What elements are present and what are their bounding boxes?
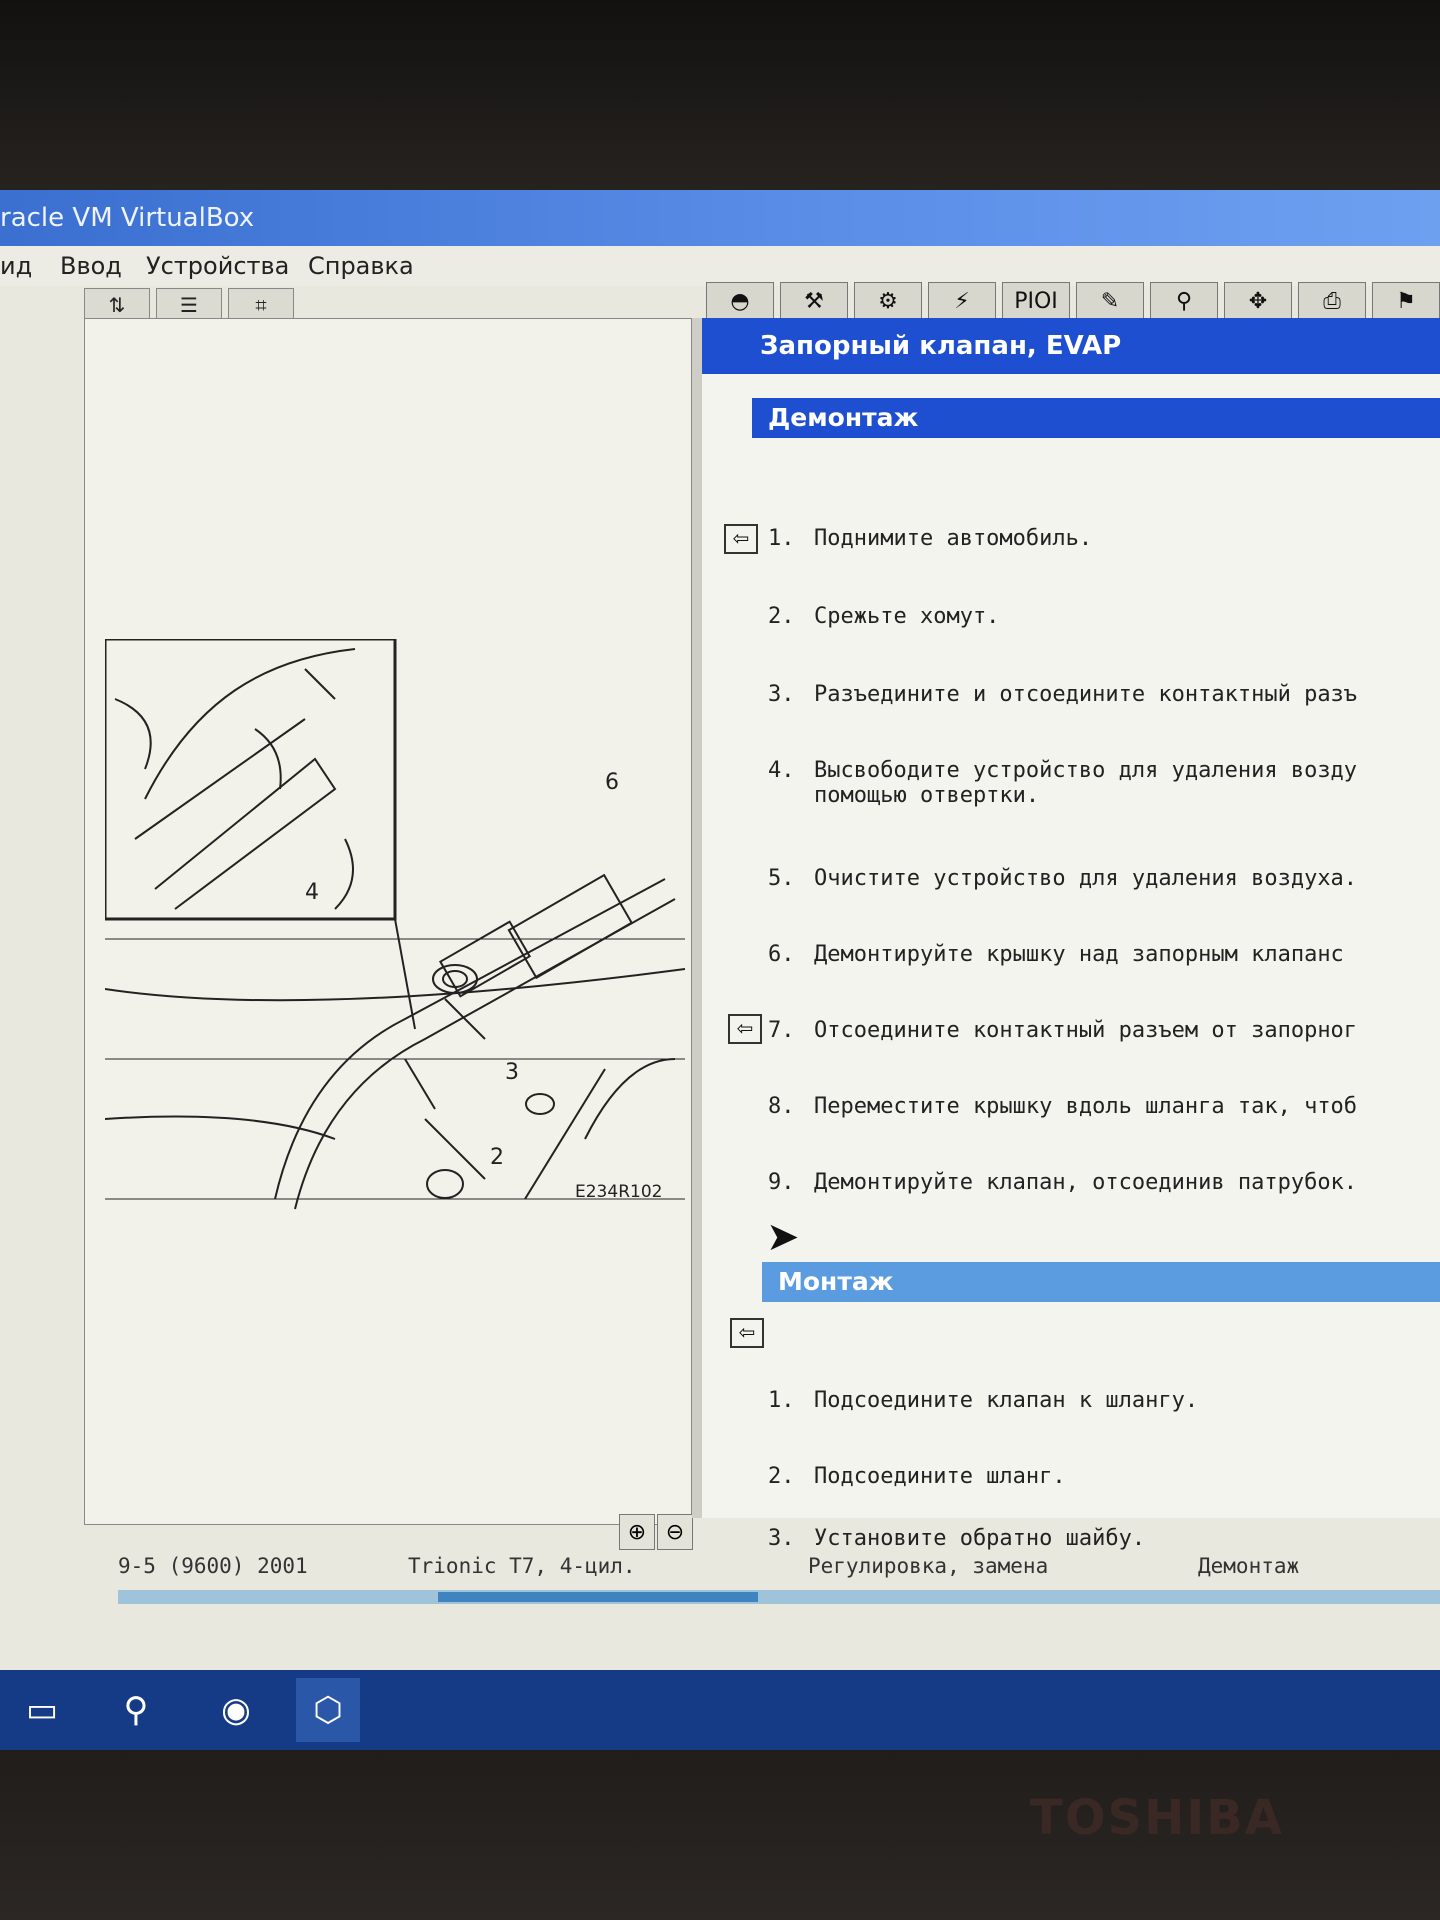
back-arrow-icon-3[interactable]: ⇦ xyxy=(730,1318,764,1348)
document-title: Запорный клапан, EVAP xyxy=(702,318,1440,374)
monitor-bezel-top xyxy=(0,0,1440,190)
task-view-button[interactable]: ▭ xyxy=(10,1678,74,1742)
screen: racle VM VirtualBox ид Ввод Устройства С… xyxy=(0,190,1440,1750)
image-icon: ⌗ xyxy=(255,293,267,317)
wrench-button[interactable]: ⚒ xyxy=(780,282,848,320)
engine-icon: ⚙ xyxy=(878,288,898,314)
electrical-button[interactable]: ⚡ xyxy=(928,282,996,320)
move-button[interactable]: ✥ xyxy=(1224,282,1292,320)
tree-icon: ⇅ xyxy=(108,293,126,317)
flag-icon: ⚑ xyxy=(1396,288,1416,314)
search-button[interactable]: ⚲ xyxy=(104,1678,168,1742)
right-pane-toolbar: ◓ ⚒ ⚙ ⚡ PIOI ✎ ⚲ ✥ ⎙ ⚑ xyxy=(706,282,1440,320)
task-view-icon: ▭ xyxy=(25,1690,59,1730)
status-model: 9-5 (9600) 2001 xyxy=(118,1554,308,1578)
status-bar: 9-5 (9600) 2001 Trionic T7, 4-цил. Регул… xyxy=(118,1548,1440,1588)
search-icon: ⚲ xyxy=(123,1690,149,1730)
illustration-pane: 6 4 3 2 E234R102 ⊕ ⊖ xyxy=(84,318,693,1550)
step-install-2: 2. Подсоедините шланг. xyxy=(768,1464,1066,1489)
list-icon: ☰ xyxy=(180,293,198,317)
step-removal-6: 6. Демонтируйте крышку над запорным клапа… xyxy=(768,942,1344,967)
zoom-out-button[interactable]: ⊖ xyxy=(657,1514,693,1550)
menu-item-help[interactable]: Справка xyxy=(308,252,414,280)
back-arrow-icon[interactable]: ⇦ xyxy=(724,524,758,554)
zoom-in-icon: ⊕ xyxy=(627,1519,647,1545)
status-engine: Trionic T7, 4-цил. xyxy=(408,1554,636,1578)
virtualbox-button[interactable]: ⬡ xyxy=(296,1678,360,1742)
step-install-1: 1. Подсоедините клапан к шлангу. xyxy=(768,1388,1199,1413)
list-view-button[interactable]: ☰ xyxy=(156,288,222,322)
menu-item-view[interactable]: ид xyxy=(0,252,32,280)
menu-item-devices[interactable]: Устройства xyxy=(146,252,289,280)
step-removal-4: 4. Высвободите устройство для удаления во… xyxy=(768,758,1358,808)
menu-bar: ид Ввод Устройства Справка xyxy=(0,246,1440,286)
virtualbox-icon: ⬡ xyxy=(313,1690,343,1730)
callout-4: 4 xyxy=(305,880,319,905)
chrome-button[interactable]: ◉ xyxy=(204,1678,268,1742)
step-removal-9: 9. Демонтируйте клапан, отсоединив патруб… xyxy=(768,1170,1358,1195)
step-removal-2: 2. Срежьте хомут. xyxy=(768,604,1000,629)
battery-icon: ⚡ xyxy=(954,288,970,314)
probe-icon: ⚲ xyxy=(1175,288,1193,314)
car-button[interactable]: ◓ xyxy=(706,282,774,320)
menu-item-input[interactable]: Ввод xyxy=(60,252,122,280)
graphic-view-button[interactable]: ⌗ xyxy=(228,288,294,322)
section-heading-removal: Демонтаж xyxy=(752,398,1440,438)
step-removal-7: 7. Отсоедините контактный разъем от запор… xyxy=(768,1018,1358,1043)
brand-logo: TOSHIBA xyxy=(1030,1790,1284,1846)
print-icon: ⎙ xyxy=(1323,288,1341,314)
back-arrow-icon-2[interactable]: ⇦ xyxy=(728,1014,762,1044)
zoom-out-icon: ⊖ xyxy=(665,1519,685,1545)
chrome-icon: ◉ xyxy=(221,1690,251,1730)
illustration-code: E234R102 xyxy=(575,1182,662,1202)
car-icon: ◓ xyxy=(730,288,750,314)
print-button[interactable]: ⎙ xyxy=(1298,282,1366,320)
status-category: Регулировка, замена xyxy=(808,1554,1049,1578)
move-icon: ✥ xyxy=(1248,288,1268,314)
tool-icon: ✎ xyxy=(1100,288,1120,314)
window-title: racle VM VirtualBox xyxy=(0,203,255,233)
tools-button[interactable]: ✎ xyxy=(1076,282,1144,320)
engine-button[interactable]: ⚙ xyxy=(854,282,922,320)
step-removal-8: 8. Переместите крышку вдоль шланга так, ч… xyxy=(768,1094,1358,1119)
callout-3: 3 xyxy=(505,1060,519,1085)
step-removal-1: 1. Поднимите автомобиль. xyxy=(768,526,1093,551)
step-removal-3: 3. Разъедините и отсоедините контактный р… xyxy=(768,682,1358,707)
mouse-cursor-icon: ➤ xyxy=(766,1214,800,1260)
pioi-button[interactable]: PIOI xyxy=(1002,282,1070,320)
section-heading-installation: Монтаж xyxy=(762,1262,1440,1302)
left-pane-toolbar: ⇅ ☰ ⌗ xyxy=(84,288,314,322)
callout-6: 6 xyxy=(605,770,619,795)
exploded-view-illustration: 6 4 3 2 E234R102 xyxy=(105,639,685,1210)
status-progress-bar xyxy=(118,1590,1440,1604)
tree-view-button[interactable]: ⇅ xyxy=(84,288,150,322)
zoom-in-button[interactable]: ⊕ xyxy=(619,1514,655,1550)
step-removal-5: 5. Очистите устройство для удаления возду… xyxy=(768,866,1358,891)
pioi-label: PIOI xyxy=(1014,288,1058,314)
pane-splitter[interactable] xyxy=(692,318,702,1518)
status-section: Демонтаж xyxy=(1198,1554,1300,1578)
window-titlebar: racle VM VirtualBox xyxy=(0,190,1440,246)
flag-button[interactable]: ⚑ xyxy=(1372,282,1440,320)
wrench-icon: ⚒ xyxy=(804,288,824,314)
document-pane: Запорный клапан, EVAP Демонтаж ⇦ 1. Подни… xyxy=(702,318,1440,1518)
taskbar: ▭ ⚲ ◉ ⬡ xyxy=(0,1670,1440,1750)
diagnostics-button[interactable]: ⚲ xyxy=(1150,282,1218,320)
callout-2: 2 xyxy=(490,1145,504,1170)
